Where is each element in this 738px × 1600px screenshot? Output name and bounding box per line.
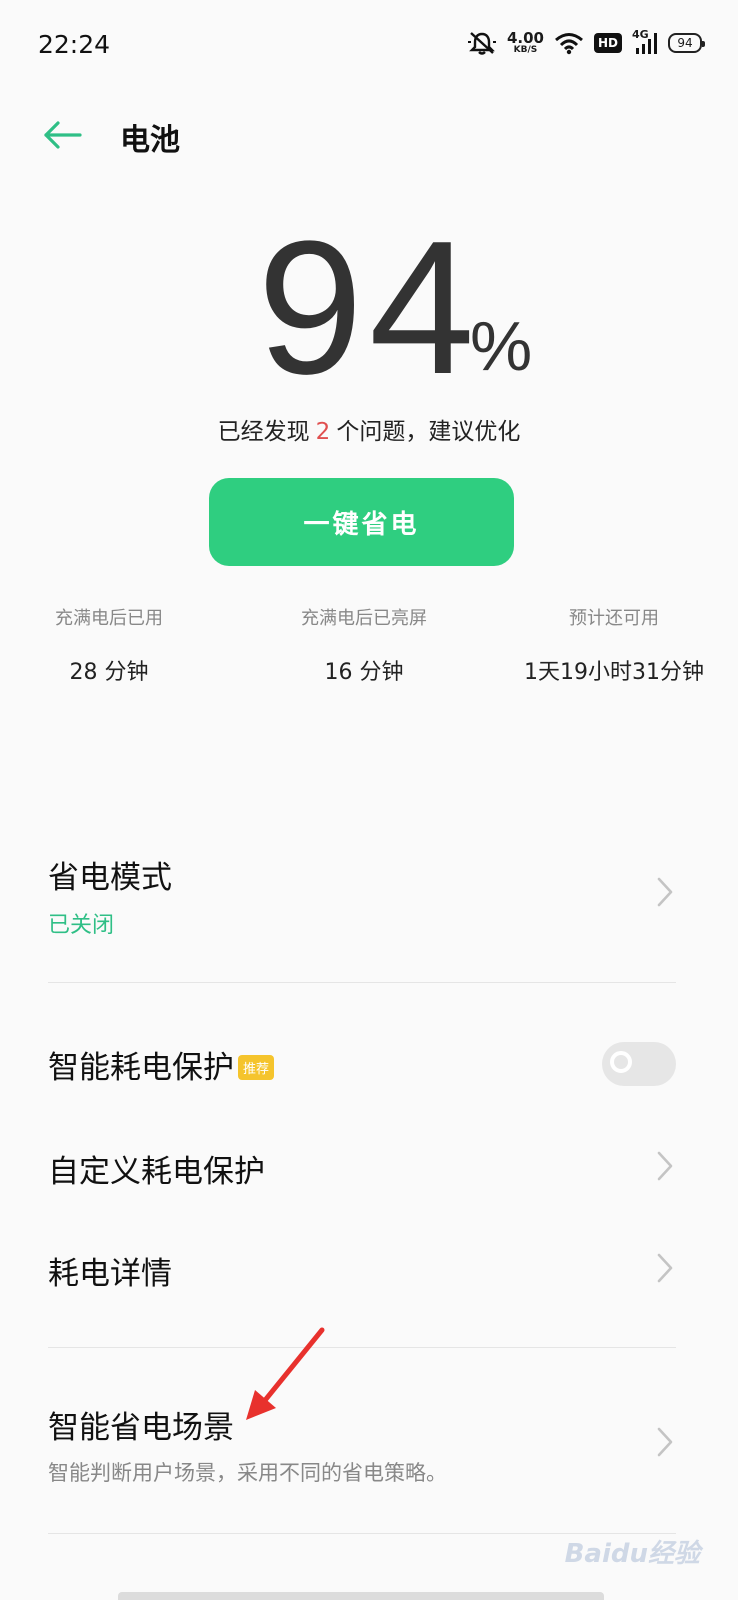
battery-percent-sign: % xyxy=(470,307,533,385)
battery-percent-value: 94 xyxy=(257,202,481,414)
row-title: 智能省电场景 xyxy=(48,1410,234,1446)
network-speed: 4.00 KB/S xyxy=(507,31,544,55)
issues-count: 2 xyxy=(315,419,331,445)
home-indicator xyxy=(118,1592,604,1600)
stat-value: 28 分钟 xyxy=(69,660,149,685)
divider xyxy=(48,982,676,983)
cellular-signal: 4G xyxy=(632,28,658,56)
row-title: 自定义耗电保护 xyxy=(48,1154,265,1190)
network-speed-unit: KB/S xyxy=(513,45,538,55)
chevron-right-icon xyxy=(657,877,673,907)
issues-summary: 已经发现 2 个问题，建议优化 xyxy=(0,412,738,446)
stat-label: 预计还可用 xyxy=(569,608,659,629)
row-title: 智能耗电保护 xyxy=(48,1050,234,1086)
smart-power-protection-item: 智能耗电保护 推荐 xyxy=(48,1042,676,1102)
issues-suffix: 个问题，建议优化 xyxy=(336,419,521,445)
stat-estimated-remaining: 预计还可用 1天19小时31分钟 xyxy=(516,604,712,686)
row-title: 省电模式 xyxy=(48,860,172,896)
chevron-right-icon xyxy=(657,1253,673,1283)
wifi-icon xyxy=(555,33,583,55)
row-subtitle: 智能判断用户场景，采用不同的省电策略。 xyxy=(48,1461,447,1485)
custom-power-protection-item[interactable]: 自定义耗电保护 xyxy=(48,1146,676,1196)
chevron-right-icon xyxy=(657,1151,673,1181)
smart-protection-toggle[interactable] xyxy=(602,1042,676,1086)
power-saving-mode-status: 已关闭 xyxy=(48,913,115,938)
power-saving-mode-item[interactable]: 省电模式 已关闭 xyxy=(48,852,676,952)
status-icons: 4.00 KB/S HD 4G 94 xyxy=(467,28,705,56)
hd-badge: HD xyxy=(593,33,622,53)
chevron-right-icon xyxy=(657,1427,673,1457)
smart-power-scenes-item[interactable]: 智能省电场景 智能判断用户场景，采用不同的省电策略。 xyxy=(48,1402,676,1492)
status-time: 22:24 xyxy=(38,30,111,59)
page-title: 电池 xyxy=(120,123,180,158)
stat-label: 充满电后已亮屏 xyxy=(301,608,427,629)
watermark-logo: Baidu经验 xyxy=(564,1539,700,1569)
stat-value: 1天19小时31分钟 xyxy=(524,660,704,685)
stat-label: 充满电后已用 xyxy=(55,608,163,629)
app-header: 电池 xyxy=(0,105,738,165)
power-usage-details-item[interactable]: 耗电详情 xyxy=(48,1248,676,1298)
divider xyxy=(48,1347,676,1348)
battery-percentage: 94 % xyxy=(0,202,738,414)
stat-value: 16 分钟 xyxy=(324,660,404,685)
one-tap-save-button[interactable]: 一键省电 xyxy=(209,478,514,566)
network-speed-value: 4.00 xyxy=(506,29,544,47)
status-bar: 22:24 4.00 KB/S HD 4G 94 xyxy=(0,0,738,90)
issues-prefix: 已经发现 xyxy=(217,419,310,445)
battery-level: 94 xyxy=(677,36,693,50)
battery-icon: 94 xyxy=(668,33,705,53)
row-title: 耗电详情 xyxy=(48,1256,172,1292)
signal-bars-icon xyxy=(636,33,657,54)
recommended-badge: 推荐 xyxy=(238,1055,275,1080)
stat-used-since-charge: 充满电后已用 28 分钟 xyxy=(34,604,184,686)
stat-screen-on-since-charge: 充满电后已亮屏 16 分钟 xyxy=(276,604,452,686)
bell-muted-icon xyxy=(467,32,496,55)
back-arrow-icon[interactable] xyxy=(40,115,84,155)
